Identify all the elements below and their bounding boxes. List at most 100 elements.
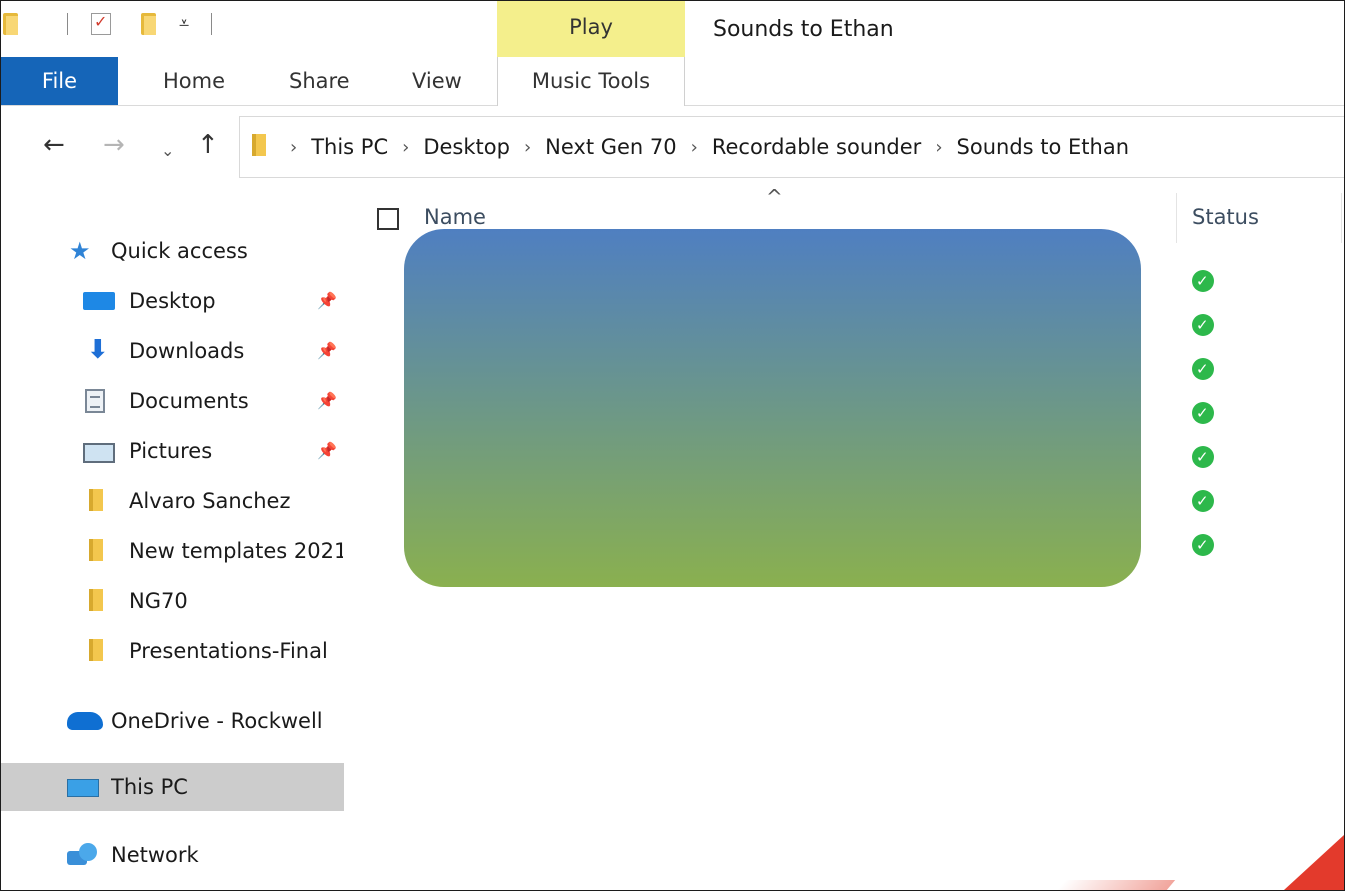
audio-file-icon — [428, 355, 448, 379]
tab-file[interactable]: File — [1, 57, 118, 105]
decorative-corner-triangle — [1284, 835, 1344, 890]
pin-icon[interactable]: 📌 — [317, 441, 337, 460]
properties-icon[interactable] — [91, 12, 111, 35]
toolbar-separator — [211, 13, 212, 35]
folder-icon — [89, 589, 103, 611]
file-explorer-window: ⩡ Play Sounds to Ethan File Home Share V… — [0, 0, 1345, 891]
tab-home[interactable]: Home — [163, 57, 225, 105]
pictures-icon — [83, 443, 115, 463]
folder-icon — [89, 639, 103, 661]
chevron-right-icon[interactable]: › — [524, 137, 531, 158]
sidebar-item-label: New templates 2021 — [129, 539, 343, 563]
breadcrumb-next-gen-70[interactable]: Next Gen 70 — [545, 135, 677, 159]
address-bar[interactable]: › This PC › Desktop › Next Gen 70 › Reco… — [239, 116, 1344, 178]
audio-file-icon — [428, 487, 448, 511]
customize-toolbar-chevron-icon[interactable]: ⩡ — [179, 13, 189, 34]
file-name: 6C_sound-effects-romantic.mp3 — [462, 488, 798, 512]
navigation-pane: ★ Quick access Desktop 📌 ⬇ Downloads 📌 D… — [1, 191, 346, 890]
download-icon: ⬇ — [87, 335, 109, 365]
sidebar-item-label: Desktop — [129, 289, 216, 313]
column-header-name[interactable]: Name — [424, 205, 486, 229]
window-title: Sounds to Ethan — [713, 17, 894, 42]
column-divider[interactable] — [1176, 193, 1177, 243]
pin-icon[interactable]: 📌 — [317, 291, 337, 310]
recent-locations-chevron-icon[interactable]: ⌄ — [161, 136, 174, 166]
tab-share[interactable]: Share — [289, 57, 350, 105]
file-row[interactable]: 1C_hahni.mp3 — [346, 259, 1344, 301]
sync-ok-icon — [1192, 534, 1214, 556]
file-row[interactable]: 4L_SampleAudio_0.4mb.mp3 — [346, 391, 1344, 433]
folder-icon — [89, 539, 103, 561]
file-row[interactable]: 7L_fog horn.wav — [346, 523, 1344, 565]
sidebar-item-this-pc[interactable]: This PC — [1, 763, 344, 811]
sidebar-item-label: Presentations-Final — [129, 639, 328, 663]
folder-icon[interactable] — [3, 13, 18, 35]
breadcrumb-sounds-to-ethan[interactable]: Sounds to Ethan — [957, 135, 1130, 159]
pin-icon[interactable]: 📌 — [317, 391, 337, 410]
file-name: 2C_Two Tone Doorbell-SoundBible.com-1238… — [462, 312, 1063, 336]
sidebar-item-presentations-final[interactable]: Presentations-Final — [1, 627, 344, 675]
contextual-tab-label: Play — [569, 15, 613, 39]
sidebar-item-label: Pictures — [129, 439, 213, 463]
sidebar-item-onedrive[interactable]: OneDrive - Rockwell — [1, 697, 344, 745]
sidebar-item-label: Quick access — [111, 239, 248, 263]
chevron-right-icon[interactable]: › — [290, 137, 297, 158]
file-row[interactable]: 6C_sound-effects-romantic.mp3 — [346, 479, 1344, 521]
sidebar-item-documents[interactable]: Documents 📌 — [1, 377, 344, 425]
sidebar-item-ng70[interactable]: NG70 — [1, 577, 344, 625]
chevron-right-icon[interactable]: › — [402, 137, 409, 158]
audio-file-icon — [428, 531, 448, 555]
sidebar-item-network[interactable]: Network — [1, 831, 344, 879]
contextual-tab-play[interactable]: Play — [497, 1, 685, 57]
file-row[interactable]: 3_Vivaldi-The_four_seasons_Winter_.mp3 — [346, 347, 1344, 389]
file-row[interactable]: 5_boss-alert.mp3 — [346, 435, 1344, 477]
new-folder-icon[interactable] — [141, 13, 156, 35]
sidebar-item-label: Network — [111, 843, 199, 867]
file-name: 7L_fog horn.wav — [462, 532, 635, 556]
file-list: ^ Name Status 1C_hahni.mp3 2C_Two Tone D… — [346, 179, 1344, 890]
file-row[interactable]: 2C_Two Tone Doorbell-SoundBible.com-1238… — [346, 303, 1344, 345]
column-header-row: Name Status — [346, 193, 1344, 243]
breadcrumb: › This PC › Desktop › Next Gen 70 › Reco… — [290, 117, 1143, 177]
file-name: 5_boss-alert.mp3 — [462, 444, 644, 468]
chevron-right-icon[interactable]: › — [935, 137, 942, 158]
star-icon: ★ — [69, 237, 91, 265]
select-all-checkbox[interactable] — [377, 208, 399, 230]
back-arrow-icon[interactable]: ← — [43, 130, 65, 160]
column-header-status[interactable]: Status — [1192, 205, 1259, 229]
tab-view[interactable]: View — [412, 57, 462, 105]
sync-ok-icon — [1192, 490, 1214, 512]
audio-file-icon — [428, 399, 448, 423]
column-divider[interactable] — [1341, 193, 1342, 243]
chevron-right-icon[interactable]: › — [691, 137, 698, 158]
folder-icon — [252, 134, 266, 156]
sidebar-item-label: This PC — [111, 775, 188, 799]
sidebar-item-label: Documents — [129, 389, 249, 413]
breadcrumb-recordable-sounder[interactable]: Recordable sounder — [712, 135, 921, 159]
file-name: 1C_hahni.mp3 — [462, 268, 613, 292]
breadcrumb-this-pc[interactable]: This PC — [311, 135, 388, 159]
sync-ok-icon — [1192, 402, 1214, 424]
file-name: 4L_SampleAudio_0.4mb.mp3 — [462, 400, 768, 424]
sidebar-item-quick-access[interactable]: ★ Quick access — [1, 227, 344, 275]
up-arrow-icon[interactable]: ↑ — [197, 130, 219, 160]
sidebar-item-label: OneDrive - Rockwell — [111, 709, 323, 733]
decorative-corner-stripe — [1056, 880, 1176, 890]
sidebar-item-desktop[interactable]: Desktop 📌 — [1, 277, 344, 325]
sidebar-item-label: Alvaro Sanchez — [129, 489, 291, 513]
audio-file-icon — [428, 443, 448, 467]
sidebar-item-alvaro-sanchez[interactable]: Alvaro Sanchez — [1, 477, 344, 525]
sync-ok-icon — [1192, 270, 1214, 292]
toolbar-separator — [67, 13, 68, 35]
sidebar-item-downloads[interactable]: ⬇ Downloads 📌 — [1, 327, 344, 375]
sidebar-item-new-templates-2021[interactable]: New templates 2021 — [1, 527, 344, 575]
breadcrumb-desktop[interactable]: Desktop — [423, 135, 510, 159]
sidebar-item-pictures[interactable]: Pictures 📌 — [1, 427, 344, 475]
network-icon — [67, 843, 99, 867]
tab-music-tools[interactable]: Music Tools — [497, 57, 685, 106]
forward-arrow-icon[interactable]: → — [103, 130, 125, 160]
sync-ok-icon — [1192, 446, 1214, 468]
this-pc-icon — [67, 779, 99, 797]
pin-icon[interactable]: 📌 — [317, 341, 337, 360]
file-name: 3_Vivaldi-The_four_seasons_Winter_.mp3 — [462, 356, 893, 380]
